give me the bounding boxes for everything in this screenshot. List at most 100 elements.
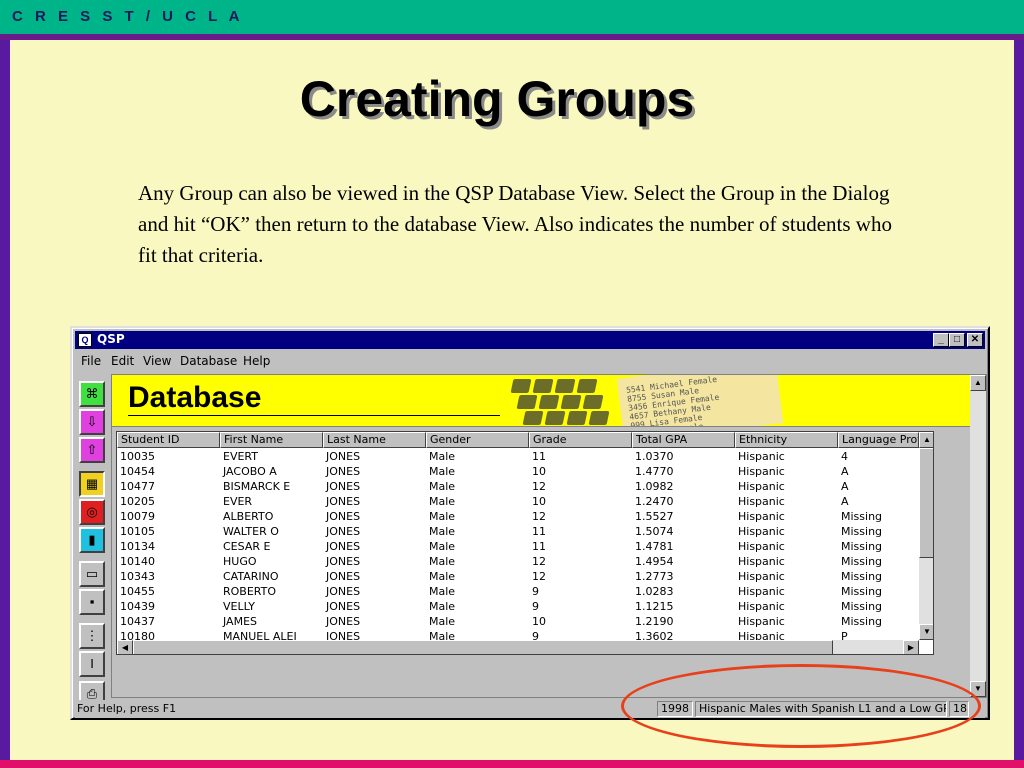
export-icon: ⇧ (86, 442, 98, 457)
column-tool-button[interactable]: I (79, 651, 105, 677)
column-header[interactable]: Gender (426, 432, 529, 448)
grid-body: 10035 EVERT JONES Male 11 1.0370 Hispanic 4 1045… (117, 449, 919, 644)
table-cell: 1.4954 (635, 555, 674, 568)
menu-bar: File Edit View Database Help (75, 351, 985, 371)
collection-tool-button[interactable]: ⌘ (79, 381, 105, 407)
minimize-button[interactable]: _ (933, 333, 949, 347)
heading-underline (128, 415, 500, 416)
split-tool-button[interactable]: ⋮ (79, 623, 105, 649)
table-row[interactable]: 10134 CESAR E JONES Male 11 1.4781 Hispanic Mis… (117, 539, 919, 554)
title-bar[interactable]: Q QSP _ □ ✕ (75, 331, 985, 349)
table-cell: 11 (532, 450, 546, 463)
grid-vertical-thumb[interactable] (919, 448, 933, 558)
column-header[interactable]: Grade (529, 432, 632, 448)
table-cell: JONES (326, 450, 361, 463)
target-tool-button[interactable]: ◎ (79, 499, 105, 525)
database-banner: Database 5541 Michael Female 8755 Susan M… (112, 375, 970, 427)
column-header[interactable]: Total GPA (632, 432, 735, 448)
header-divider (0, 34, 1024, 40)
table-row[interactable]: 10477 BISMARCK E JONES Male 12 1.0982 Hispanic… (117, 479, 919, 494)
table-cell: Male (429, 480, 456, 493)
table-cell: 10343 (120, 570, 155, 583)
table-cell: 1.2470 (635, 495, 674, 508)
open-tool-button[interactable]: ▭ (79, 561, 105, 587)
table-cell: ROBERTO (223, 585, 277, 598)
table-row[interactable]: 10437 JAMES JONES Male 10 1.2190 Hispanic Missi… (117, 614, 919, 629)
table-cell: 10477 (120, 480, 155, 493)
menu-help[interactable]: Help (243, 354, 270, 368)
table-cell: Hispanic (738, 585, 785, 598)
table-cell: 12 (532, 510, 546, 523)
table-row[interactable]: 10455 ROBERTO JONES Male 9 1.0283 Hispanic Miss… (117, 584, 919, 599)
table-cell: Hispanic (738, 600, 785, 613)
calculator-key (566, 411, 588, 425)
table-cell: Missing (841, 585, 883, 598)
column-header[interactable]: Last Name (323, 432, 426, 448)
table-cell: Male (429, 510, 456, 523)
database-tool-button[interactable]: ▦ (79, 471, 105, 497)
calculator-key (522, 411, 544, 425)
chart-tool-button[interactable]: ▮ (79, 527, 105, 553)
table-cell: HUGO (223, 555, 257, 568)
table-row[interactable]: 10343 CATARINO JONES Male 12 1.2773 Hispanic Mi… (117, 569, 919, 584)
status-help-text: For Help, press F1 (77, 702, 177, 715)
save-tool-button[interactable]: ▪ (79, 589, 105, 615)
table-cell: Male (429, 555, 456, 568)
column-header[interactable]: First Name (220, 432, 323, 448)
table-row[interactable]: 10035 EVERT JONES Male 11 1.0370 Hispanic 4 (117, 449, 919, 464)
column-header[interactable]: Ethnicity (735, 432, 838, 448)
table-cell: EVER (223, 495, 253, 508)
qsp-window: Q QSP _ □ ✕ File Edit View Database Help… (70, 326, 990, 720)
grid-header: Student ID First Name Last Name Gender Grade… (117, 432, 919, 448)
menu-edit[interactable]: Edit (111, 354, 134, 368)
table-row[interactable]: 10079 ALBERTO JONES Male 12 1.5527 Hispanic Mis… (117, 509, 919, 524)
table-cell: 12 (532, 570, 546, 583)
import-tool-button[interactable]: ⇩ (79, 409, 105, 435)
database-view: Database 5541 Michael Female 8755 Susan M… (111, 374, 987, 698)
calculator-key (560, 395, 582, 409)
table-row[interactable]: 10439 VELLY JONES Male 9 1.1215 Hispanic Missin… (117, 599, 919, 614)
table-cell: Missing (841, 540, 883, 553)
export-tool-button[interactable]: ⇧ (79, 437, 105, 463)
grid-scroll-right-button[interactable]: ▶ (903, 640, 919, 654)
grid-scroll-left-button[interactable]: ◀ (117, 640, 133, 654)
close-button[interactable]: ✕ (967, 333, 983, 347)
table-cell: Male (429, 615, 456, 628)
table-cell: JONES (326, 570, 361, 583)
calculator-key (554, 379, 576, 393)
grid-vertical-scrollbar[interactable]: ▲ ▼ (919, 432, 933, 640)
table-row[interactable]: 10105 WALTER O JONES Male 11 1.5074 Hispanic Mi… (117, 524, 919, 539)
table-cell: Male (429, 465, 456, 478)
maximize-button[interactable]: □ (949, 333, 965, 347)
table-row[interactable]: 10140 HUGO JONES Male 12 1.4954 Hispanic Missin… (117, 554, 919, 569)
grid-scroll-down-button[interactable]: ▼ (919, 624, 933, 640)
view-scroll-up-button[interactable]: ▲ (970, 375, 986, 391)
map-icon: ⌘ (85, 386, 99, 401)
table-cell: Male (429, 570, 456, 583)
table-cell: 1.4781 (635, 540, 674, 553)
table-cell: Male (429, 495, 456, 508)
column-header[interactable]: Language Profi (838, 432, 919, 448)
grid-scroll-up-button[interactable]: ▲ (919, 432, 933, 448)
table-cell: 1.5074 (635, 525, 674, 538)
calculator-key (538, 395, 560, 409)
table-cell: 12 (532, 480, 546, 493)
grid-horizontal-scrollbar[interactable]: ◀ ▶ (117, 640, 919, 654)
menu-file[interactable]: File (81, 354, 101, 368)
table-cell: CESAR E (223, 540, 271, 553)
disk-icon: ▪ (89, 594, 95, 609)
paper-graphic: 5541 Michael Female 8755 Susan Male 3456 E… (616, 375, 784, 426)
qsp-app-icon[interactable]: Q (78, 333, 92, 347)
menu-database[interactable]: Database (180, 354, 237, 368)
table-row[interactable]: 10454 JACOBO A JONES Male 10 1.4770 Hispanic A (117, 464, 919, 479)
table-cell: 10035 (120, 450, 155, 463)
grid-horizontal-thumb[interactable] (133, 640, 833, 654)
table-cell: Male (429, 540, 456, 553)
view-scrollbar[interactable]: ▲ ▼ (970, 375, 986, 697)
table-row[interactable]: 10205 EVER JONES Male 10 1.2470 Hispanic A (117, 494, 919, 509)
menu-view[interactable]: View (143, 354, 171, 368)
table-cell: Male (429, 585, 456, 598)
table-cell: A (841, 480, 849, 493)
table-cell: Missing (841, 615, 883, 628)
column-header[interactable]: Student ID (117, 432, 220, 448)
